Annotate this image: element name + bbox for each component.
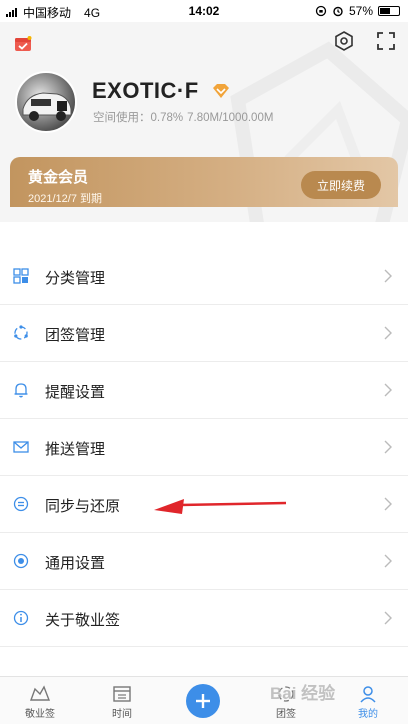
sync-icon [13, 496, 29, 512]
tab-label: 敬业签 [25, 709, 55, 720]
tab-label: 团签 [276, 709, 296, 720]
general-icon [13, 553, 29, 569]
renew-button[interactable]: 立即续费 [301, 171, 381, 199]
tab-label: 我的 [358, 709, 378, 720]
note-tab-icon [30, 685, 51, 701]
calendar-tab-icon [113, 686, 131, 702]
vip-crown-icon [213, 84, 229, 98]
category-icon [13, 268, 29, 284]
annotation-arrow-icon [154, 499, 287, 514]
calendar-check-icon[interactable] [14, 36, 32, 52]
fullscreen-icon[interactable] [376, 31, 396, 51]
menu-item-about[interactable]: 关于敬业签 [0, 590, 408, 647]
menu-item-label: 关于敬业签 [45, 612, 121, 629]
settings-gear-icon[interactable] [333, 30, 355, 52]
menu-item-general[interactable]: 通用设置 [0, 533, 408, 590]
avatar-car-image [22, 92, 72, 121]
battery-icon [378, 6, 400, 16]
info-icon [13, 610, 29, 626]
chevron-right-icon [384, 440, 392, 454]
storage-usage: 空间使用：0.78% 7.80M/1000.00M [93, 109, 277, 125]
chevron-right-icon [384, 554, 392, 568]
menu-item-push[interactable]: 推送管理 [0, 419, 408, 476]
watermark: Bai 经验 [270, 684, 336, 703]
menu-item-label: 分类管理 [45, 270, 106, 287]
membership-expiry: 2021/12/7 到期 [28, 193, 102, 205]
add-note-button[interactable] [186, 684, 220, 718]
bell-icon [14, 383, 28, 398]
storage-percent: 0.78% [150, 112, 184, 124]
tab-jingyeqian[interactable]: 敬业签 [10, 677, 70, 724]
rotation-lock-icon [315, 5, 327, 17]
menu-item-label: 通用设置 [45, 555, 106, 572]
avatar[interactable] [15, 71, 77, 133]
tab-time[interactable]: 时间 [92, 677, 152, 724]
username: EXOTIC·F [92, 78, 199, 103]
chevron-right-icon [384, 497, 392, 511]
menu-item-label: 同步与还原 [45, 498, 121, 515]
menu-item-label: 团签管理 [45, 327, 106, 344]
storage-amount: 7.80M/1000.00M [187, 112, 274, 124]
storage-label: 空间使用： [93, 112, 151, 124]
menu-item-label: 推送管理 [45, 441, 106, 458]
team-icon [14, 325, 28, 340]
chevron-right-icon [384, 383, 392, 397]
menu-item-category[interactable]: 分类管理 [0, 248, 408, 305]
menu-item-team[interactable]: 团签管理 [0, 305, 408, 362]
menu-item-label: 提醒设置 [45, 384, 106, 401]
mail-icon [13, 441, 29, 453]
tab-label: 时间 [112, 709, 132, 720]
settings-menu: 分类管理 团签管理 提醒设置 推送管理 同步与还原 通用设置 关于敬业签 [0, 248, 408, 647]
alarm-icon [333, 6, 343, 17]
user-tab-icon [360, 686, 376, 703]
tab-mine[interactable]: 我的 [338, 677, 398, 724]
membership-title: 黄金会员 [28, 169, 89, 186]
status-bar: 中国移动 4G 14:02 57% [0, 0, 408, 22]
menu-item-reminder[interactable]: 提醒设置 [0, 362, 408, 419]
chevron-right-icon [384, 269, 392, 283]
chevron-right-icon [384, 326, 392, 340]
membership-card: 黄金会员 2021/12/7 到期 立即续费 [10, 157, 398, 207]
status-right: 57% [315, 4, 400, 18]
battery-fill [380, 8, 390, 14]
battery-percent: 57% [348, 4, 373, 18]
plus-icon [196, 694, 210, 708]
chevron-right-icon [384, 611, 392, 625]
